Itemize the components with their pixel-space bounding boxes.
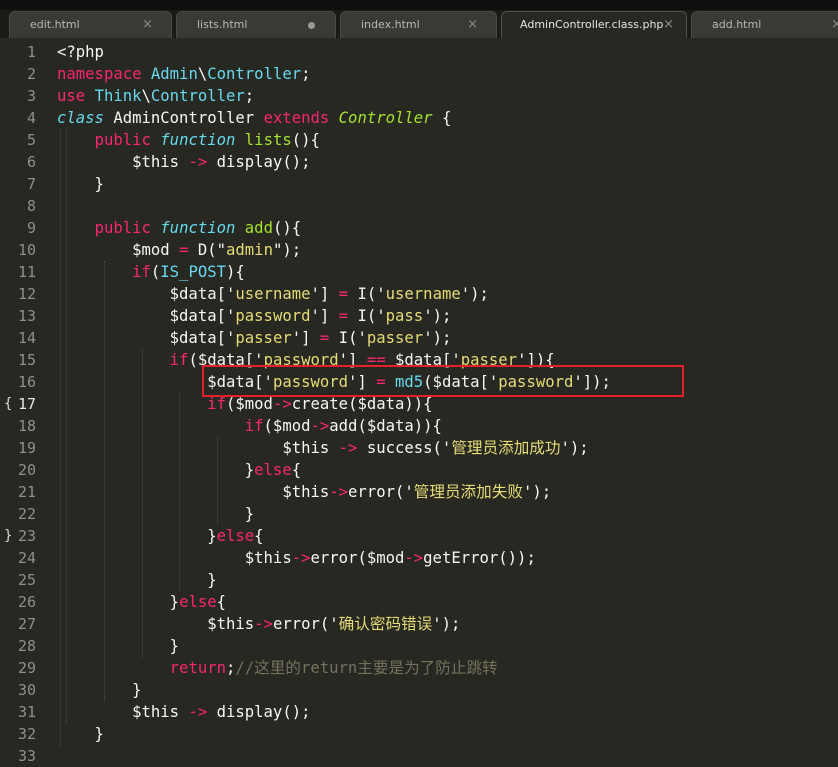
tab-label: edit.html: [30, 18, 80, 31]
line-number: 22: [17, 505, 36, 523]
close-icon[interactable]: ×: [831, 12, 838, 38]
line-number: 10: [17, 241, 36, 259]
fold-marker-icon[interactable]: }: [4, 525, 12, 547]
close-icon[interactable]: ×: [467, 12, 478, 38]
code-line[interactable]: }: [57, 723, 104, 745]
tab-bar: edit.html × lists.html index.html × Admi…: [0, 0, 838, 38]
code-line[interactable]: }: [57, 635, 179, 657]
line-number: 13: [17, 307, 36, 325]
line-number: 26: [17, 593, 36, 611]
unsaved-dot-icon[interactable]: [308, 22, 315, 29]
code-line[interactable]: $this -> display();: [57, 151, 310, 173]
line-number: 9: [26, 219, 36, 237]
code-line[interactable]: $this -> display();: [57, 701, 310, 723]
indent-guide: [216, 437, 218, 525]
indent-guide: [141, 349, 143, 657]
tab-add-html[interactable]: add.html ×: [691, 11, 838, 38]
tab-edit-html[interactable]: edit.html ×: [9, 11, 172, 38]
line-number: 32: [17, 725, 36, 743]
line-number: 4: [26, 109, 36, 127]
code-line[interactable]: }: [57, 173, 104, 195]
highlight-annotation-box: [202, 365, 684, 397]
line-number: 29: [17, 659, 36, 677]
line-number: 16: [17, 373, 36, 391]
code-line[interactable]: $data['username'] = I('username');: [57, 283, 489, 305]
line-number: 24: [17, 549, 36, 567]
code-line[interactable]: <?php: [57, 41, 104, 63]
code-line[interactable]: if($mod->add($data)){: [57, 415, 442, 437]
line-number: 25: [17, 571, 36, 589]
code-line[interactable]: return;//这里的return主要是为了防止跳转: [57, 657, 498, 679]
line-number: 5: [26, 131, 36, 149]
code-line[interactable]: use Think\Controller;: [57, 85, 254, 107]
line-number: 14: [17, 329, 36, 347]
line-number: 11: [17, 263, 36, 281]
line-number: 19: [17, 439, 36, 457]
code-line[interactable]: $mod = D("admin");: [57, 239, 301, 261]
code-line[interactable]: namespace Admin\Controller;: [57, 63, 311, 85]
tab-label: add.html: [712, 18, 762, 31]
line-number: 3: [26, 87, 36, 105]
code-line[interactable]: $data['password'] = I('pass');: [57, 305, 452, 327]
line-number: 20: [17, 461, 36, 479]
line-number: 2: [26, 65, 36, 83]
tab-admincontroller-php[interactable]: AdminController.class.php ×: [501, 11, 687, 38]
line-number: 28: [17, 637, 36, 655]
fold-marker-icon[interactable]: {: [4, 393, 12, 415]
tab-lists-html[interactable]: lists.html: [176, 11, 336, 38]
line-number: 18: [17, 417, 36, 435]
indent-guide: [60, 129, 61, 745]
code-line[interactable]: $this -> success('管理员添加成功');: [57, 437, 588, 459]
code-line[interactable]: }else{: [57, 525, 263, 547]
code-line[interactable]: $this->error($mod->getError());: [57, 547, 536, 569]
line-number: 21: [17, 483, 36, 501]
line-number: 15: [17, 351, 36, 369]
tab-label: lists.html: [197, 18, 248, 31]
code-line[interactable]: }: [57, 569, 216, 591]
code-editor[interactable]: 1 2 3 4 5 6 7 8 9 10 11 12 13 14 15 16 17 18 19 20 21 22 23 24 2…: [0, 38, 838, 765]
title-strip: [0, 0, 838, 10]
line-number: 8: [26, 197, 36, 215]
code-line[interactable]: public function lists(){: [57, 129, 320, 151]
indent-guide: [66, 129, 68, 723]
indent-guide: [179, 393, 181, 591]
line-number: 12: [17, 285, 36, 303]
close-icon[interactable]: ×: [663, 12, 674, 38]
code-line[interactable]: if(IS_POST){: [57, 261, 245, 283]
code-line[interactable]: }: [57, 679, 141, 701]
line-number: 27: [17, 615, 36, 633]
line-number: 31: [17, 703, 36, 721]
code-line[interactable]: $this->error('管理员添加失败');: [57, 481, 551, 503]
code-line[interactable]: $data['passer'] = I('passer');: [57, 327, 452, 349]
line-number: 6: [26, 153, 36, 171]
line-number: 7: [26, 175, 36, 193]
tab-index-html[interactable]: index.html ×: [340, 11, 497, 38]
code-line[interactable]: class AdminController extends Controller…: [57, 107, 451, 129]
code-line[interactable]: $this->error('确认密码错误');: [57, 613, 460, 635]
code-line[interactable]: public function add(){: [57, 217, 302, 239]
tab-label: AdminController.class.php: [520, 18, 664, 31]
line-number: 1: [26, 43, 36, 61]
indent-guide: [104, 261, 105, 701]
line-number-gutter: 1 2 3 4 5 6 7 8 9 10 11 12 13 14 15 16 17 18 19 20 21 22 23 24 2…: [0, 38, 46, 765]
code-line[interactable]: }: [57, 503, 254, 525]
tab-label: index.html: [361, 18, 420, 31]
line-number: 30: [17, 681, 36, 699]
close-icon[interactable]: ×: [142, 12, 153, 38]
